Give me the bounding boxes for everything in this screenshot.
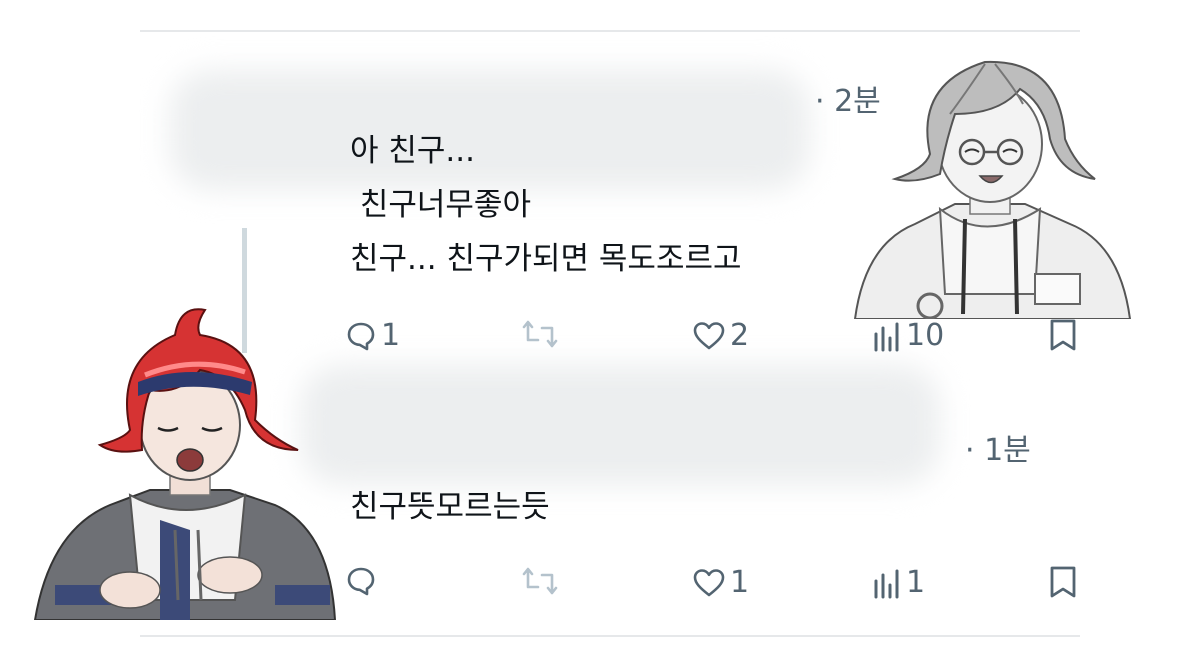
reply1-text: 아 친구... 친구너무좋아친구... 친구가되면 목도조르고: [350, 124, 742, 286]
reply2-views-count: 1: [906, 565, 926, 600]
reply1-like-count: 2: [730, 318, 750, 353]
reply1-reply-button[interactable]: 1: [345, 318, 400, 353]
bookmark-icon: [1050, 319, 1076, 351]
bottom-divider: [140, 635, 1080, 637]
reply2-like-count: 1: [730, 565, 750, 600]
bookmark-icon: [1050, 566, 1076, 598]
top-divider: [140, 30, 1080, 32]
gray-haired-character-sticker: [853, 60, 1132, 319]
reply1-views-button[interactable]: 10: [872, 318, 944, 353]
bar-chart-icon: [874, 322, 899, 351]
reply2-timestamp[interactable]: · 1분: [965, 425, 1031, 469]
reply1-retweet-button[interactable]: [520, 318, 560, 350]
retweet-icon: [522, 320, 558, 348]
heart-icon: [693, 568, 725, 596]
reply1-like-button[interactable]: 2: [692, 318, 749, 353]
reply1-reply-count: 1: [381, 318, 401, 353]
reply2-line-1: 친구뜻모르는듯: [350, 489, 550, 525]
reply2-bookmark-button[interactable]: [1048, 565, 1078, 599]
reply2-reply-button[interactable]: [345, 565, 381, 597]
reply1-line-3: 친구... 친구가되면 목도조르고: [350, 241, 742, 277]
bar-chart-icon: [874, 569, 899, 598]
reply2-views-button[interactable]: 1: [872, 565, 925, 600]
reply1-line-2: 친구너무좋아: [350, 187, 531, 223]
reply1-views-count: 10: [906, 318, 945, 353]
heart-icon: [693, 321, 725, 349]
retweet-icon: [522, 567, 558, 595]
reply2-text: 친구뜻모르는듯: [350, 480, 550, 534]
red-haired-character-sticker: [33, 308, 337, 620]
reply1-line-1: 아 친구...: [350, 133, 475, 169]
speech-bubble-icon: [347, 322, 375, 350]
redacted-author-2: [300, 365, 940, 485]
reply2-like-button[interactable]: 1: [692, 565, 749, 600]
reply2-retweet-button[interactable]: [520, 565, 560, 597]
reply1-bookmark-button[interactable]: [1048, 318, 1078, 352]
speech-bubble-icon: [347, 567, 375, 596]
